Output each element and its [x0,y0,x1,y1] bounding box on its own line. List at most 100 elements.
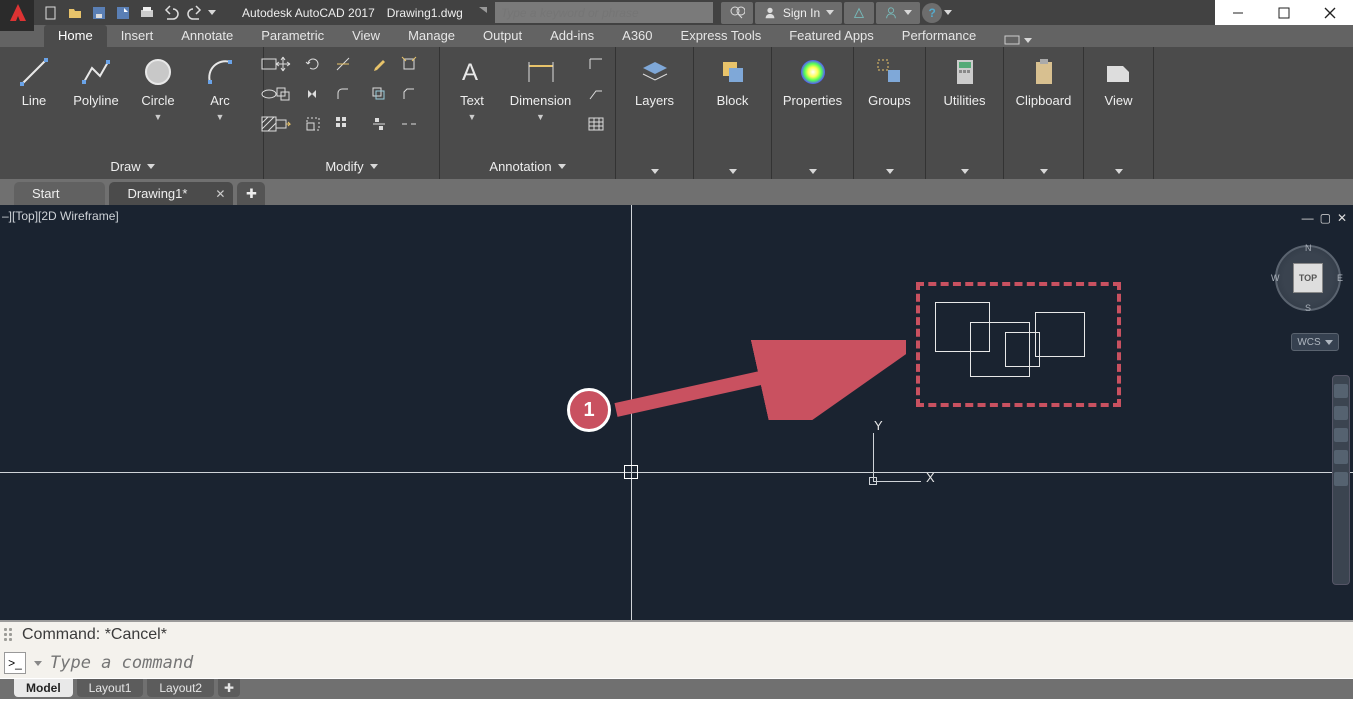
drawing-viewport[interactable]: –][Top][2D Wireframe] — ▢ ✕ Y X 1 TOP N … [0,205,1353,620]
tab-featured[interactable]: Featured Apps [775,25,888,47]
command-recent-icon[interactable] [34,661,42,666]
close-button[interactable] [1307,0,1353,25]
mleader-icon[interactable] [583,81,609,107]
qat-more-icon[interactable] [208,10,216,15]
tab-annotate[interactable]: Annotate [167,25,247,47]
nav-pan-icon[interactable] [1334,406,1348,420]
doc-menu-icon[interactable] [479,7,487,19]
panel-modify-title[interactable]: Modify [270,155,433,179]
close-icon[interactable]: ✕ [215,187,225,201]
align-icon[interactable] [366,111,392,137]
exchange-apps-icon[interactable] [844,2,874,24]
layout-tab-layout1[interactable]: Layout1 [77,679,144,697]
navigation-bar[interactable] [1332,375,1350,585]
command-prompt-icon[interactable]: >_ [4,652,26,674]
panel-properties-title[interactable] [778,165,847,179]
tool-utilities[interactable]: Utilities [939,51,991,108]
leader-icon[interactable] [583,51,609,77]
panel-groups-title[interactable] [860,165,919,179]
break-icon[interactable] [396,111,422,137]
search-input[interactable] [495,2,713,23]
qat-undo-icon[interactable] [160,3,182,23]
qat-plot-icon[interactable] [136,3,158,23]
tab-insert[interactable]: Insert [107,25,168,47]
tab-output[interactable]: Output [469,25,536,47]
minimize-button[interactable] [1215,0,1261,25]
qat-redo-icon[interactable] [184,3,206,23]
file-tab-start[interactable]: Start [14,182,105,205]
move-icon[interactable] [270,51,296,77]
signin-button[interactable]: Sign In [755,2,842,24]
tool-properties[interactable]: Properties [779,51,846,108]
fillet-icon[interactable] [330,81,356,107]
tool-view[interactable]: View [1093,51,1145,108]
viewcube[interactable]: TOP N S E W [1275,245,1341,311]
panel-annotation-title[interactable]: Annotation [446,155,609,179]
panel-layers-title[interactable] [622,165,687,179]
tab-parametric[interactable]: Parametric [247,25,338,47]
a360-icon[interactable] [876,2,920,24]
command-input[interactable] [50,653,1353,673]
layout-tab-add[interactable]: ✚ [218,679,240,697]
tab-view[interactable]: View [338,25,394,47]
wcs-indicator[interactable]: WCS [1291,333,1339,351]
tab-express[interactable]: Express Tools [667,25,776,47]
nav-showmotion-icon[interactable] [1334,472,1348,486]
qat-saveas-icon[interactable] [112,3,134,23]
panel-utilities-title[interactable] [932,165,997,179]
tool-line[interactable]: Line [8,51,60,108]
tool-arc[interactable]: Arc▼ [194,51,246,122]
vp-minimize-icon[interactable]: — [1302,211,1314,225]
table-icon[interactable] [583,111,609,137]
tool-layers[interactable]: Layers [629,51,681,108]
tab-addins[interactable]: Add-ins [536,25,608,47]
infocenter-search-icon[interactable] [721,2,753,24]
vp-close-icon[interactable]: ✕ [1337,211,1347,225]
qat-save-icon[interactable] [88,3,110,23]
help-icon[interactable]: ? [922,3,942,23]
viewcube-top-face[interactable]: TOP [1293,263,1323,293]
file-tab-drawing1[interactable]: Drawing1*✕ [109,182,233,205]
nav-zoom-icon[interactable] [1334,428,1348,442]
tab-manage[interactable]: Manage [394,25,469,47]
ribbon-minimize-icon[interactable] [1004,33,1032,47]
qat-open-icon[interactable] [64,3,86,23]
nav-wheel-icon[interactable] [1334,384,1348,398]
tool-clipboard[interactable]: Clipboard [1012,51,1076,108]
layout-tab-layout2[interactable]: Layout2 [147,679,214,697]
scale-icon[interactable] [300,111,326,137]
tab-a360[interactable]: A360 [608,25,666,47]
maximize-button[interactable] [1261,0,1307,25]
rotate-icon[interactable] [300,51,326,77]
stretch-icon[interactable] [270,111,296,137]
tab-home[interactable]: Home [44,25,107,47]
help-caret-icon[interactable] [944,10,952,15]
explode-icon[interactable] [396,51,422,77]
copy-icon[interactable] [270,81,296,107]
viewport-label[interactable]: –][Top][2D Wireframe] [2,209,119,223]
tool-circle[interactable]: Circle▼ [132,51,184,122]
erase-icon[interactable] [366,51,392,77]
nav-orbit-icon[interactable] [1334,450,1348,464]
panel-block-title[interactable] [700,165,765,179]
mirror-icon[interactable] [300,81,326,107]
layout-tab-model[interactable]: Model [14,679,73,697]
panel-clipboard-title[interactable] [1010,165,1077,179]
tool-block[interactable]: Block [707,51,759,108]
tool-polyline[interactable]: Polyline [70,51,122,108]
vp-maximize-icon[interactable]: ▢ [1320,211,1331,225]
command-grip-icon[interactable] [4,628,14,642]
panel-view-title[interactable] [1090,165,1147,179]
panel-draw-title[interactable]: Draw [8,155,257,179]
offset-icon[interactable] [366,81,392,107]
chamfer-icon[interactable] [396,81,422,107]
qat-new-icon[interactable] [40,3,62,23]
tab-performance[interactable]: Performance [888,25,990,47]
tool-groups[interactable]: Groups [864,51,916,108]
tool-dimension[interactable]: Dimension▼ [508,51,573,122]
array-icon[interactable] [330,111,356,137]
app-logo[interactable] [0,0,34,31]
file-tab-add[interactable]: ✚ [237,182,265,205]
tool-text[interactable]: A Text▼ [446,51,498,122]
trim-icon[interactable] [330,51,356,77]
